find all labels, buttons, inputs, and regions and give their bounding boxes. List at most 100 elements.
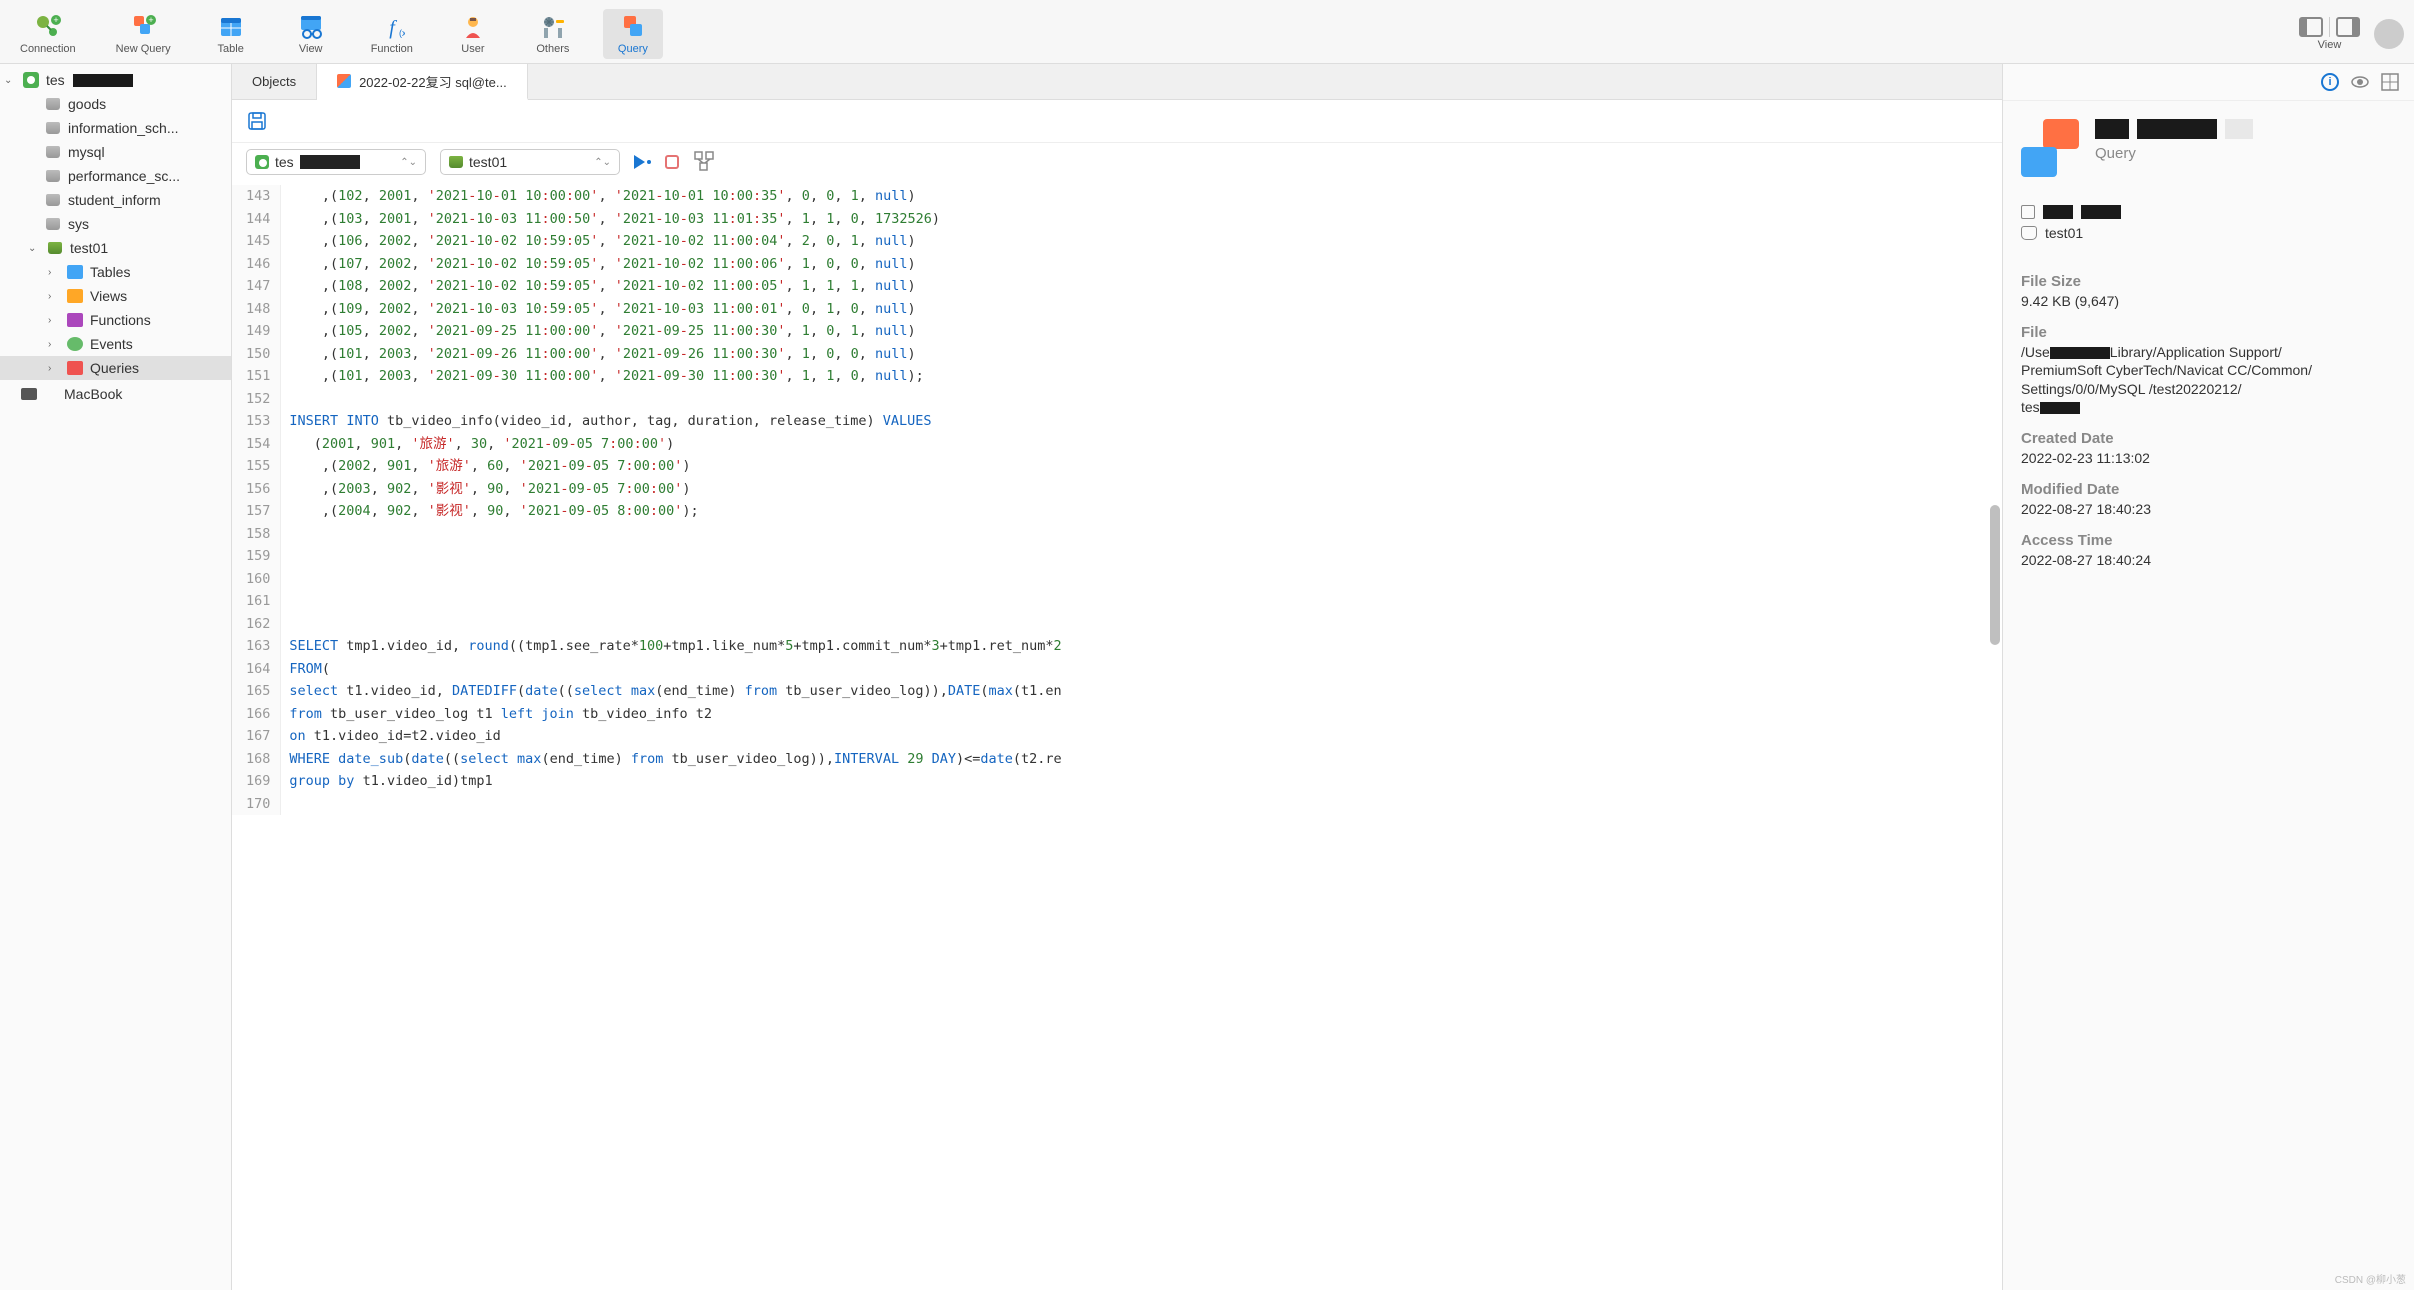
info-tab[interactable]: i <box>2320 72 2340 92</box>
database-icon <box>46 170 60 182</box>
chevron-right-icon[interactable]: › <box>48 315 60 326</box>
sidebar-folder-tables[interactable]: ›Tables <box>0 260 231 284</box>
sidebar: ⌄ tes goods information_sch... mysql per… <box>0 64 232 1290</box>
scrollbar-thumb[interactable] <box>1990 505 2000 645</box>
toolbar-others[interactable]: Others <box>523 9 583 59</box>
view-left-panel-icon[interactable] <box>2299 17 2323 37</box>
stop-button[interactable] <box>665 155 679 169</box>
table-icon <box>217 13 245 41</box>
view-right-panel-icon[interactable] <box>2336 17 2360 37</box>
query-large-icon <box>2021 119 2079 177</box>
run-button[interactable] <box>634 155 651 169</box>
ddl-tab[interactable] <box>2380 72 2400 92</box>
function-icon: f(x) <box>378 13 406 41</box>
info-conn-row <box>2003 195 2414 225</box>
database-icon <box>46 194 60 206</box>
code-area[interactable]: ,(102, 2001, '2021-10-01 10:00:00', '202… <box>281 185 2002 815</box>
sidebar-folder-views[interactable]: ›Views <box>0 284 231 308</box>
toolbar-function[interactable]: f(x) Function <box>361 9 423 59</box>
toolbar-table[interactable]: Table <box>201 9 261 59</box>
main-toolbar: + Connection + New Query Table View f(x)… <box>0 0 2414 64</box>
database-icon <box>46 98 60 110</box>
sql-editor[interactable]: 1431441451461471481491501511521531541551… <box>232 185 2002 1290</box>
view-label: View <box>2318 39 2342 51</box>
views-icon <box>67 289 83 303</box>
user-icon <box>459 13 487 41</box>
laptop-icon <box>21 388 37 400</box>
toolbar-user[interactable]: User <box>443 9 503 59</box>
file-title-redacted <box>2095 119 2253 139</box>
avatar[interactable] <box>2374 19 2404 49</box>
sidebar-db-sys[interactable]: sys <box>0 212 231 236</box>
query-file-icon <box>337 74 351 88</box>
tab-query-file[interactable]: 2022-02-22复习 sql@te... <box>317 64 528 100</box>
file-label: File <box>2021 324 2396 341</box>
sidebar-macbook[interactable]: MacBook <box>0 382 231 406</box>
sidebar-folder-functions[interactable]: ›Functions <box>0 308 231 332</box>
new-query-icon: + <box>129 13 157 41</box>
redacted <box>73 74 133 87</box>
chevron-down-icon[interactable]: ⌄ <box>28 243 40 254</box>
sidebar-folder-queries[interactable]: ›Queries <box>0 356 231 380</box>
toolbar-view[interactable]: View <box>281 9 341 59</box>
chevron-right-icon[interactable]: › <box>48 267 60 278</box>
play-icon <box>634 155 645 169</box>
sidebar-db-mysql[interactable]: mysql <box>0 140 231 164</box>
others-icon <box>539 13 567 41</box>
save-button[interactable] <box>246 110 268 132</box>
save-icon <box>246 110 268 132</box>
chevron-right-icon[interactable]: › <box>48 339 60 350</box>
database-dropdown[interactable]: test01 ⌃⌄ <box>440 149 620 175</box>
file-path-value: /UseLibrary/Application Support/ Premium… <box>2021 343 2396 416</box>
modified-label: Modified Date <box>2021 481 2396 498</box>
chevron-down-icon[interactable]: ⌄ <box>4 75 16 86</box>
svg-text:(x): (x) <box>399 28 405 38</box>
toolbar-query[interactable]: Query <box>603 9 663 59</box>
chevron-right-icon[interactable]: › <box>48 291 60 302</box>
database-icon <box>46 218 60 230</box>
database-icon <box>2021 226 2037 240</box>
svg-text:+: + <box>53 15 58 25</box>
database-icon <box>48 242 62 254</box>
tab-objects[interactable]: Objects <box>232 64 317 99</box>
database-icon <box>449 156 463 168</box>
sidebar-db-test01[interactable]: ⌄ test01 <box>0 236 231 260</box>
sidebar-connection[interactable]: ⌄ tes <box>0 68 231 92</box>
svg-text:+: + <box>149 15 154 25</box>
connection-icon: + <box>34 13 62 41</box>
sidebar-folder-events[interactable]: ›Events <box>0 332 231 356</box>
svg-text:f: f <box>389 17 397 39</box>
created-label: Created Date <box>2021 430 2396 447</box>
filesize-value: 9.42 KB (9,647) <box>2021 292 2396 310</box>
database-icon <box>46 146 60 158</box>
sidebar-db-student-inform[interactable]: student_inform <box>0 188 231 212</box>
chevron-right-icon[interactable]: › <box>48 363 60 374</box>
grid-icon <box>2381 73 2399 91</box>
explain-button[interactable] <box>693 150 715 175</box>
info-db-row: test01 <box>2003 225 2414 247</box>
toolbar-new-query[interactable]: + New Query <box>106 9 181 59</box>
eye-icon <box>2351 73 2369 91</box>
query-icon <box>619 13 647 41</box>
toolbar-connection[interactable]: + Connection <box>10 9 86 59</box>
sidebar-db-information-schema[interactable]: information_sch... <box>0 116 231 140</box>
modified-value: 2022-08-27 18:40:23 <box>2021 500 2396 518</box>
editor-tabs: Objects 2022-02-22复习 sql@te... <box>232 64 2002 100</box>
line-gutter: 1431441451461471481491501511521531541551… <box>232 185 281 815</box>
chevron-updown-icon: ⌃⌄ <box>594 157 611 168</box>
redacted <box>300 155 360 169</box>
chevron-updown-icon: ⌃⌄ <box>400 157 417 168</box>
sidebar-db-performance-schema[interactable]: performance_sc... <box>0 164 231 188</box>
sidebar-db-goods[interactable]: goods <box>0 92 231 116</box>
explain-icon <box>693 150 715 172</box>
info-panel: i Query <box>2002 64 2414 1290</box>
watermark: CSDN @柳小葱 <box>2335 1271 2406 1286</box>
access-label: Access Time <box>2021 532 2396 549</box>
preview-tab[interactable] <box>2350 72 2370 92</box>
created-value: 2022-02-23 11:13:02 <box>2021 449 2396 467</box>
connection-icon <box>23 72 39 88</box>
queries-icon <box>67 361 83 375</box>
center-panel: Objects 2022-02-22复习 sql@te... tes ⌃⌄ <box>232 64 2002 1290</box>
events-icon <box>67 337 83 351</box>
connection-dropdown[interactable]: tes ⌃⌄ <box>246 149 426 175</box>
